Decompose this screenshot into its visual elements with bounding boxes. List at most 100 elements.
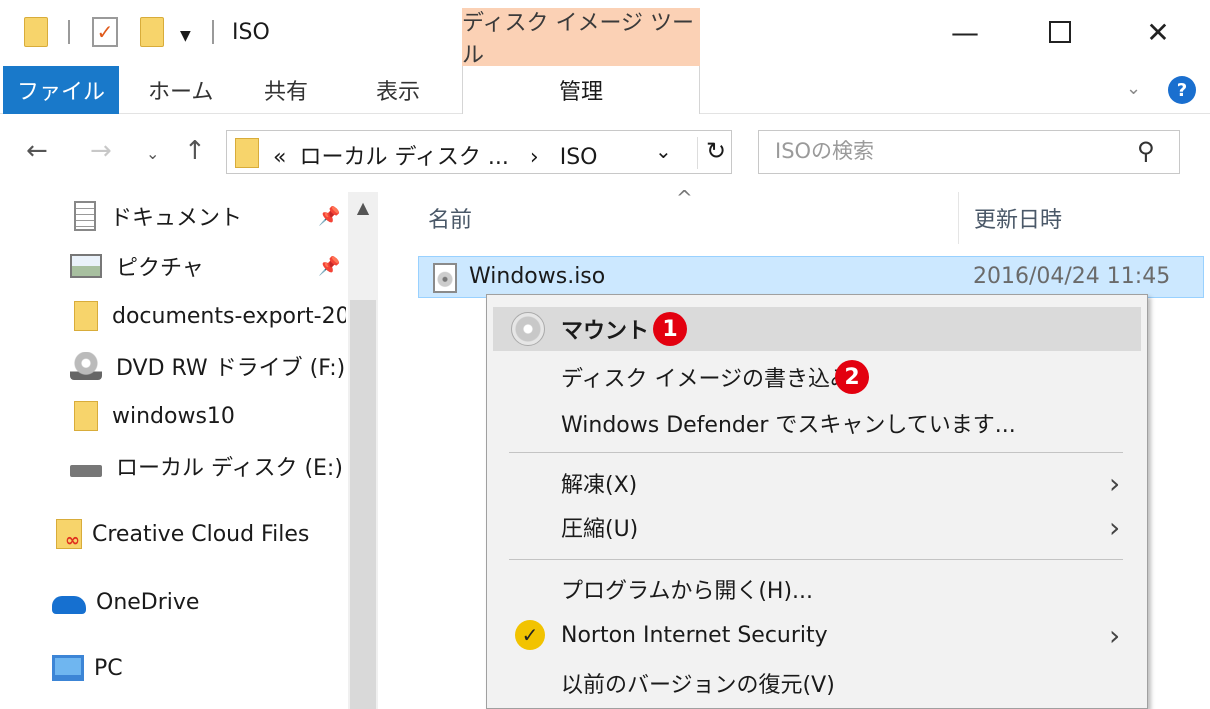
nav-item-onedrive[interactable]: OneDrive — [52, 582, 199, 622]
search-box[interactable]: ⚲ — [758, 130, 1180, 174]
menu-item-label: 圧縮(U) — [561, 517, 639, 542]
step-badge: 1 — [653, 312, 687, 346]
menu-item-open-with[interactable]: プログラムから開く(H)... — [493, 567, 1141, 611]
minimize-button[interactable]: — — [935, 10, 995, 54]
properties-check-icon[interactable]: ✓ — [92, 17, 118, 47]
nav-item-documents[interactable]: ドキュメント — [74, 196, 242, 236]
disc-icon — [511, 312, 545, 346]
nav-item-label: ピクチャ — [116, 256, 204, 281]
up-arrow-icon[interactable]: ↑ — [184, 136, 206, 166]
breadcrumb-item[interactable]: ISO — [560, 145, 598, 170]
navigation-bar: ← → ⌄ ↑ « ローカル ディスク ... › ISO ⌄ ↻ ⚲ — [0, 114, 1210, 192]
tab-share[interactable]: 共有 — [264, 66, 308, 114]
column-header-name[interactable]: 名前 — [428, 202, 472, 234]
folder-icon — [74, 301, 98, 331]
norton-check-icon: ✓ — [515, 620, 545, 650]
menu-item-label: プログラムから開く(H)... — [561, 579, 814, 604]
breadcrumb-separator[interactable]: › — [530, 145, 539, 170]
help-icon[interactable]: ? — [1168, 76, 1196, 104]
submenu-arrow-icon: › — [1109, 510, 1121, 544]
folder-icon[interactable] — [24, 17, 48, 47]
ribbon: ファイル ホーム 共有 表示 管理 ⌄ ? — [0, 66, 1210, 114]
column-header-modified[interactable]: 更新日時 — [974, 202, 1062, 234]
nav-item-label: OneDrive — [96, 589, 200, 615]
expand-ribbon-icon[interactable]: ⌄ — [1126, 78, 1141, 99]
nav-item-label: windows10 — [112, 403, 235, 429]
submenu-arrow-icon: › — [1109, 618, 1121, 652]
dvd-drive-icon — [70, 352, 102, 380]
context-tab-group-label: ディスク イメージ ツール — [462, 8, 700, 68]
nav-item-label: Creative Cloud Files — [92, 521, 310, 547]
menu-separator — [509, 452, 1123, 453]
menu-item-compress[interactable]: 圧縮(U) › — [493, 505, 1141, 549]
table-row[interactable]: Windows.iso 2016/04/24 11:45 — [418, 256, 1204, 298]
nav-item-windows10[interactable]: windows10 — [74, 396, 235, 436]
file-name: Windows.iso — [469, 264, 606, 289]
pin-icon[interactable]: 📌 — [318, 256, 340, 277]
nav-item-pc[interactable]: PC — [52, 648, 123, 688]
sort-ascending-icon: ^ — [676, 186, 693, 210]
menu-item-burn-disc-image[interactable]: ディスク イメージの書き込み 2 — [493, 355, 1141, 399]
menu-item-defender-scan[interactable]: Windows Defender でスキャンしています... — [493, 401, 1141, 445]
close-button[interactable]: ✕ — [1128, 10, 1188, 54]
nav-item-creative-cloud[interactable]: Creative Cloud Files — [56, 514, 309, 554]
search-icon[interactable]: ⚲ — [1137, 137, 1155, 165]
navigation-pane: ドキュメント 📌 ピクチャ 📌 documents-export-20 DVD … — [0, 192, 380, 709]
nav-item-documents-export[interactable]: documents-export-20 — [74, 296, 346, 336]
refresh-icon[interactable]: ↻ — [697, 137, 726, 169]
search-input[interactable] — [775, 139, 1115, 163]
nav-item-label: ローカル ディスク (E:) — [116, 456, 343, 481]
menu-item-label: Windows Defender でスキャンしています... — [561, 413, 1016, 438]
nav-item-pictures[interactable]: ピクチャ — [70, 246, 204, 286]
menu-item-label: マウント — [561, 319, 650, 344]
back-arrow-icon[interactable]: ← — [26, 136, 48, 166]
tab-file[interactable]: ファイル — [3, 66, 119, 114]
menu-item-label: 解凍(X) — [561, 473, 638, 498]
menu-item-label: 以前のバージョンの復元(V) — [561, 673, 835, 698]
new-folder-icon[interactable] — [140, 17, 164, 47]
pc-icon — [52, 655, 84, 681]
file-modified-date: 2016/04/24 11:45 — [973, 264, 1171, 289]
title-bar: ✓ ▼ ISO ディスク イメージ ツール — ✕ — [0, 0, 1210, 68]
nav-item-local-disk-e[interactable]: ローカル ディスク (E:) — [70, 446, 343, 486]
folder-icon — [74, 401, 98, 431]
menu-item-extract[interactable]: 解凍(X) › — [493, 461, 1141, 505]
breadcrumb-overflow[interactable]: « — [273, 145, 286, 170]
menu-item-restore-previous-versions[interactable]: 以前のバージョンの復元(V) — [493, 661, 1141, 705]
nav-scrollbar[interactable]: ▲ — [348, 192, 378, 709]
breadcrumb-item[interactable]: ローカル ディスク ... — [299, 145, 508, 170]
nav-item-dvd-drive[interactable]: DVD RW ドライブ (F:) — [70, 346, 345, 386]
menu-separator — [509, 559, 1123, 560]
tab-view[interactable]: 表示 — [376, 66, 420, 114]
forward-arrow-icon[interactable]: → — [90, 136, 112, 166]
toolbar-separator — [68, 20, 70, 44]
disc-image-file-icon — [433, 263, 457, 293]
nav-item-label: documents-export-20 — [112, 303, 346, 329]
maximize-icon — [1049, 21, 1071, 43]
quick-access-dropdown-icon[interactable]: ▼ — [180, 28, 191, 44]
maximize-button[interactable] — [1030, 10, 1090, 54]
scroll-up-icon[interactable]: ▲ — [348, 198, 378, 217]
submenu-arrow-icon: › — [1109, 466, 1121, 500]
nav-item-label: PC — [94, 655, 123, 681]
pin-icon[interactable]: 📌 — [318, 206, 340, 227]
tab-home[interactable]: ホーム — [148, 66, 213, 114]
menu-item-mount[interactable]: マウント 1 — [493, 307, 1141, 351]
disk-drive-icon — [70, 465, 102, 477]
menu-item-label: Norton Internet Security — [561, 622, 828, 648]
breadcrumb: « ローカル ディスク ... › ISO — [273, 139, 598, 171]
menu-item-norton[interactable]: ✓ Norton Internet Security › — [493, 613, 1141, 657]
recent-locations-icon[interactable]: ⌄ — [146, 144, 159, 163]
column-divider[interactable] — [958, 192, 959, 244]
onedrive-icon — [52, 596, 86, 614]
scroll-thumb[interactable] — [350, 300, 376, 709]
folder-icon — [235, 138, 259, 168]
document-icon — [74, 201, 96, 231]
nav-item-label: DVD RW ドライブ (F:) — [116, 356, 346, 381]
tab-manage[interactable]: 管理 — [462, 66, 700, 114]
toolbar-separator — [212, 20, 214, 44]
address-bar[interactable]: « ローカル ディスク ... › ISO ⌄ ↻ — [226, 130, 732, 174]
chevron-down-icon[interactable]: ⌄ — [655, 139, 672, 163]
window-title: ISO — [232, 20, 270, 45]
menu-item-label: ディスク イメージの書き込み — [561, 367, 853, 392]
